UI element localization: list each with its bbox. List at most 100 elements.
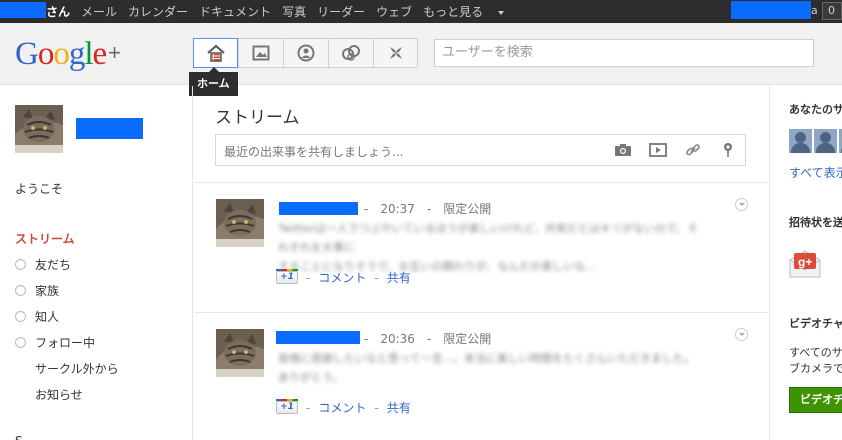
logo-letter: o (53, 36, 69, 72)
share-link[interactable]: 共有 (387, 399, 411, 416)
post-meta: -20:36- 限定公開 (364, 330, 491, 347)
share-input[interactable]: 最近の出来事を共有しましょう... (215, 134, 746, 166)
logo-plus: + (108, 40, 121, 65)
post-menu-chevron-icon[interactable] (735, 198, 748, 211)
circle-icon (15, 285, 26, 296)
google-bar: さん メール カレンダー ドキュメント 写真 リーダー ウェブ もっと見る a … (0, 0, 842, 23)
sidebar-item-incoming[interactable]: サークル外から (35, 360, 119, 377)
left-sidebar: ようこそ ストリーム 友だち 家族 知人 フォロー中 サークル外から お知らせ … (0, 86, 193, 440)
video-chat-description: すべてのサ ブカメラで (789, 345, 842, 377)
stream-post: -20:37- 限定公開 Twitterは一人でつぶやいているほうが楽しいけれど、… (194, 182, 768, 312)
avatar[interactable] (15, 105, 63, 153)
location-pin-icon[interactable] (719, 142, 737, 158)
google-plus-logo[interactable]: Google+ (15, 36, 121, 72)
post-author-redacted[interactable] (279, 202, 358, 215)
photo-icon (252, 45, 270, 61)
post-time[interactable]: 20:36 (380, 332, 415, 346)
plus-one-button[interactable]: +1 (276, 269, 298, 284)
share-attachments (597, 142, 737, 158)
google-bar-reader[interactable]: リーダー (317, 3, 365, 20)
video-chat-section-title: ビデオチャ (789, 317, 842, 330)
google-bar-web[interactable]: ウェブ (376, 3, 412, 20)
post-visibility[interactable]: 限定公開 (443, 332, 491, 346)
main-nav (193, 38, 418, 68)
sidebar-item-family[interactable]: 家族 (15, 282, 59, 299)
google-bar-calendar[interactable]: カレンダー (128, 3, 188, 20)
games-icon (389, 47, 402, 59)
avatar[interactable] (789, 129, 812, 153)
post-body-line: ありがとう。 (278, 371, 344, 384)
profile-name-redacted[interactable] (76, 118, 143, 139)
link-icon[interactable] (684, 142, 702, 158)
logo-letter: e (92, 36, 108, 72)
right-sidebar: あなたのサ すべて表示 招待状を送 g+ ビデオチャ すべてのサ ブカメラで ビ… (769, 86, 842, 440)
sidebar-item-cutoff[interactable]: S (15, 434, 23, 440)
video-chat-line: すべてのサ (789, 346, 842, 359)
plus-header: Google+ ユーザーを検索 (0, 23, 842, 85)
account-name-redacted[interactable] (731, 1, 811, 19)
circle-icon (15, 311, 26, 322)
sidebar-item-stream[interactable]: ストリーム (15, 230, 75, 247)
google-bar-photos[interactable]: 写真 (282, 3, 306, 20)
sidebar-item-notifications[interactable]: お知らせ (35, 386, 83, 403)
profile-icon (297, 44, 315, 62)
notification-count[interactable]: 0 (822, 2, 842, 20)
stream-post: -20:36- 限定公開 皆様に感謝したいなと思って一言...。本当に楽しい時間を… (194, 312, 768, 440)
logo-letter: G (15, 36, 39, 72)
post-time[interactable]: 20:37 (380, 202, 415, 216)
video-chat-line: ブカメラで (789, 362, 842, 375)
comment-link[interactable]: コメント (318, 269, 366, 286)
post-author-redacted[interactable] (276, 331, 360, 344)
separator: - (426, 202, 432, 216)
separator: - (364, 202, 369, 216)
post-body: 皆様に感謝したいなと思って一言...。本当に楽しい時間をたくさんいただきました。… (278, 349, 708, 387)
google-bar-user[interactable]: さん (46, 3, 70, 20)
svg-text:g+: g+ (798, 255, 812, 269)
post-menu-chevron-icon[interactable] (735, 328, 748, 341)
account-letter: a (811, 4, 818, 17)
post-body-line: 皆様に感謝したいなと思って一言...。本当に楽しい時間をたくさんいただきました。 (278, 352, 695, 365)
plus-one-button[interactable]: +1 (276, 399, 298, 414)
people-search-input[interactable]: ユーザーを検索 (434, 39, 814, 67)
nav-games-button[interactable] (373, 38, 418, 68)
sidebar-item-friends[interactable]: 友だち (15, 256, 71, 273)
google-bar-more[interactable]: もっと見る (423, 3, 515, 20)
post-author-avatar[interactable] (216, 199, 264, 247)
post-actions: +1 - コメント - 共有 (276, 399, 411, 416)
video-icon[interactable] (649, 142, 667, 158)
invite-envelope-icon[interactable]: g+ (789, 248, 821, 278)
nav-home-button[interactable] (193, 38, 238, 68)
welcome-link[interactable]: ようこそ (15, 180, 63, 197)
nav-circles-button[interactable] (328, 38, 373, 68)
camera-icon[interactable] (614, 142, 632, 158)
post-author-avatar[interactable] (216, 329, 264, 377)
sidebar-item-following[interactable]: フォロー中 (15, 334, 95, 351)
sidebar-item-label: 知人 (35, 310, 60, 324)
post-body-line: Twitterは一人でつぶやいているほうが楽しいけれど、共有だとはキリがないので… (278, 222, 699, 254)
google-bar-documents[interactable]: ドキュメント (199, 3, 271, 20)
separator: - (374, 270, 379, 285)
post-meta: -20:37- 限定公開 (364, 200, 491, 217)
separator: - (306, 400, 311, 415)
stream-main: ストリーム 最近の出来事を共有しましょう... - 20:37 - 限定公開 T… (194, 86, 768, 440)
post-body: Twitterは一人でつぶやいているほうが楽しいけれど、共有だとはキリがないので… (278, 219, 708, 276)
sidebar-item-label: 友だち (35, 258, 72, 272)
nav-profile-button[interactable] (283, 38, 328, 68)
sidebar-item-acquaintances[interactable]: 知人 (15, 308, 59, 325)
start-video-chat-button[interactable]: ビデオチ (789, 387, 842, 413)
google-bar-mail[interactable]: メール (81, 3, 117, 20)
share-link[interactable]: 共有 (387, 269, 411, 286)
share-placeholder: 最近の出来事を共有しましょう... (224, 145, 404, 159)
user-name-redacted (0, 2, 46, 18)
show-all-link[interactable]: すべて表示 (789, 164, 842, 181)
people-avatars (789, 129, 842, 153)
circles-icon (342, 45, 360, 61)
post-visibility[interactable]: 限定公開 (443, 202, 491, 216)
logo-letter: o (37, 36, 54, 72)
circle-icon (15, 337, 26, 348)
comment-link[interactable]: コメント (318, 399, 366, 416)
separator: - (306, 270, 311, 285)
nav-photos-button[interactable] (238, 38, 283, 68)
avatar[interactable] (814, 129, 837, 153)
separator: - (374, 400, 379, 415)
